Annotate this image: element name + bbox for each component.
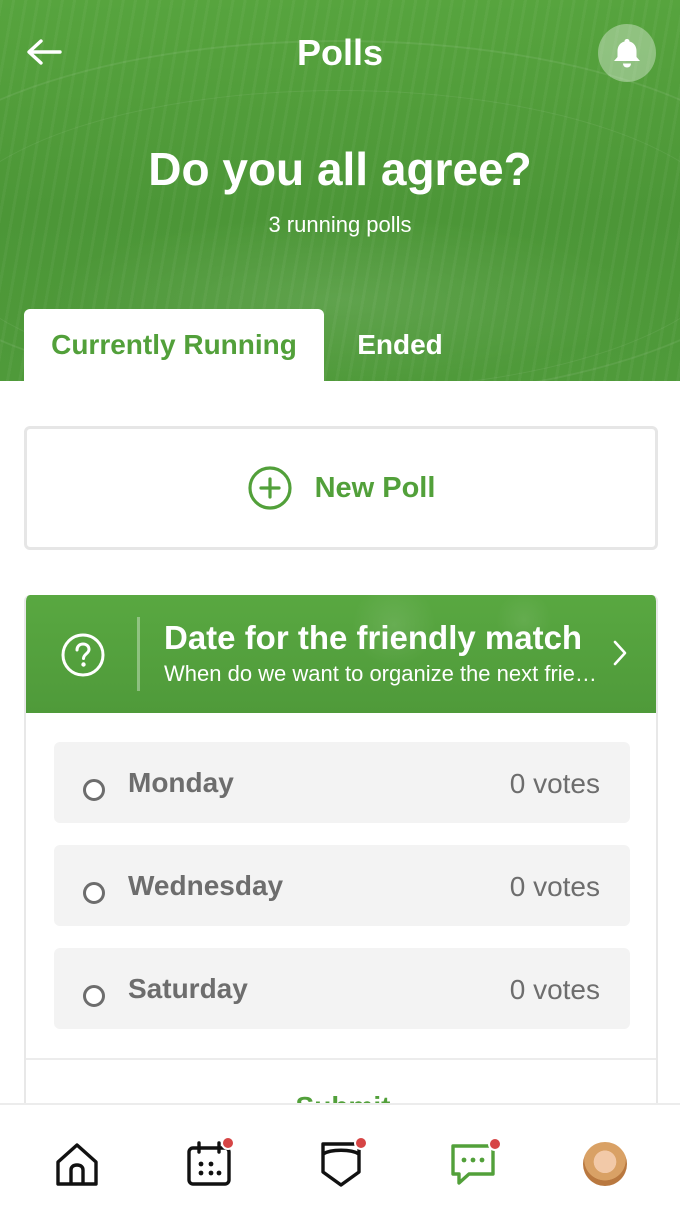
- nav-chat[interactable]: [448, 1137, 502, 1189]
- nav-calendar[interactable]: [184, 1136, 235, 1189]
- new-poll-label: New Poll: [314, 471, 436, 504]
- nav-team[interactable]: [316, 1136, 368, 1189]
- notification-badge: [221, 1136, 235, 1150]
- poll-card: Date for the friendly match When do we w…: [24, 595, 658, 1115]
- poll-option[interactable]: Wednesday 0 votes: [54, 845, 630, 926]
- notification-badge: [488, 1137, 502, 1151]
- hero-title: Do you all agree?: [148, 143, 532, 195]
- header-divider: [137, 617, 140, 691]
- option-label: Saturday: [128, 973, 248, 1004]
- radio-button[interactable]: [83, 779, 105, 801]
- notification-badge: [354, 1136, 368, 1150]
- poll-option[interactable]: Monday 0 votes: [54, 742, 630, 823]
- profile-avatar[interactable]: [583, 1142, 627, 1186]
- bottom-navigation: [0, 1103, 680, 1214]
- option-votes: 0 votes: [509, 871, 600, 902]
- radio-button[interactable]: [83, 985, 105, 1007]
- card-divider: [26, 1058, 656, 1060]
- nav-home[interactable]: [52, 1139, 102, 1189]
- notifications-button[interactable]: [598, 24, 656, 82]
- option-votes: 0 votes: [509, 974, 600, 1005]
- radio-button[interactable]: [83, 882, 105, 904]
- tab-ended[interactable]: Ended: [324, 309, 476, 381]
- option-label: Wednesday: [128, 870, 284, 901]
- bell-icon: [614, 39, 640, 68]
- poll-option[interactable]: Saturday 0 votes: [54, 948, 630, 1029]
- plus-circle-icon: [247, 466, 292, 510]
- question-circle-icon: [61, 633, 105, 677]
- page-title: Polls: [296, 32, 384, 73]
- option-label: Monday: [128, 767, 234, 798]
- poll-header[interactable]: Date for the friendly match When do we w…: [26, 595, 656, 713]
- poll-description: When do we want to organize the next fri…: [164, 661, 604, 686]
- new-poll-button[interactable]: New Poll: [24, 426, 658, 550]
- chevron-right-icon: [613, 640, 627, 666]
- option-votes: 0 votes: [509, 768, 600, 799]
- running-polls-count: 3 running polls: [268, 212, 412, 237]
- poll-title: Date for the friendly match: [164, 619, 583, 656]
- tab-currently-running[interactable]: Currently Running: [24, 309, 324, 381]
- home-icon: [56, 1143, 98, 1186]
- page-header: Polls Do you all agree? 3 running polls …: [0, 0, 680, 381]
